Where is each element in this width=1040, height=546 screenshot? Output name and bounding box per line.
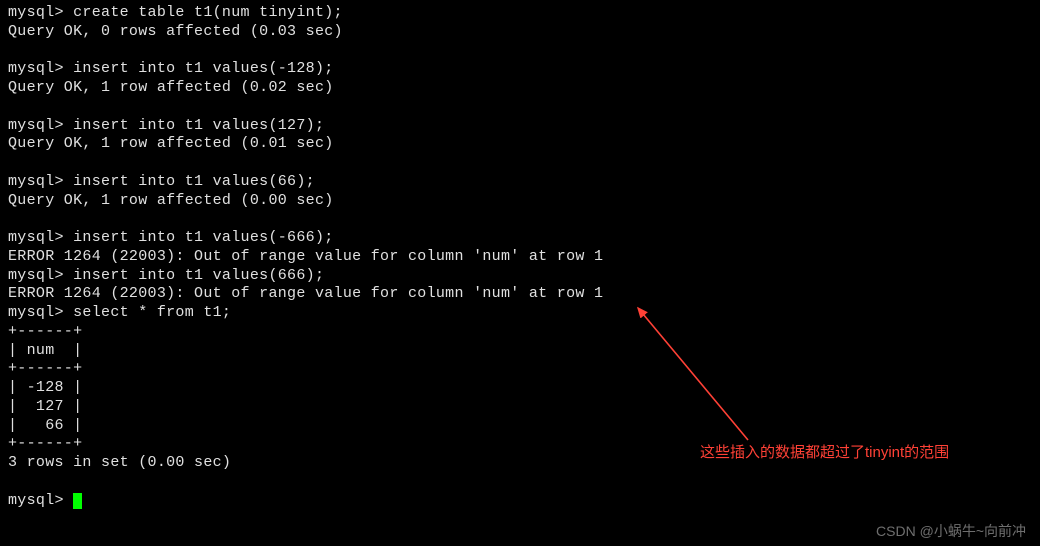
terminal-line: Query OK, 0 rows affected (0.03 sec) <box>8 23 1032 42</box>
terminal-line: +------+ <box>8 323 1032 342</box>
terminal-line <box>8 98 1032 117</box>
terminal-line <box>8 210 1032 229</box>
terminal-line: Query OK, 1 row affected (0.00 sec) <box>8 192 1032 211</box>
terminal-line <box>8 154 1032 173</box>
terminal-line: +------+ <box>8 360 1032 379</box>
terminal-line <box>8 473 1032 492</box>
terminal-line: | num | <box>8 342 1032 361</box>
terminal-line: mysql> <box>8 492 1032 511</box>
terminal-line <box>8 42 1032 61</box>
terminal-line: mysql> create table t1(num tinyint); <box>8 4 1032 23</box>
terminal-line: Query OK, 1 row affected (0.02 sec) <box>8 79 1032 98</box>
annotation-text: 这些插入的数据都超过了tinyint的范围 <box>700 442 1000 463</box>
terminal-line: mysql> insert into t1 values(666); <box>8 267 1032 286</box>
terminal-cursor <box>73 493 82 509</box>
terminal-line: Query OK, 1 row affected (0.01 sec) <box>8 135 1032 154</box>
terminal-line: mysql> insert into t1 values(-666); <box>8 229 1032 248</box>
terminal-line: | -128 | <box>8 379 1032 398</box>
terminal-line: | 66 | <box>8 417 1032 436</box>
terminal-line: mysql> select * from t1; <box>8 304 1032 323</box>
watermark: CSDN @小蜗牛~向前冲 <box>876 523 1026 541</box>
terminal-line: mysql> insert into t1 values(127); <box>8 117 1032 136</box>
terminal-output: mysql> create table t1(num tinyint);Quer… <box>8 4 1032 510</box>
terminal-line: mysql> insert into t1 values(66); <box>8 173 1032 192</box>
terminal-line: mysql> insert into t1 values(-128); <box>8 60 1032 79</box>
terminal-line: ERROR 1264 (22003): Out of range value f… <box>8 285 1032 304</box>
terminal-line: | 127 | <box>8 398 1032 417</box>
terminal-line: ERROR 1264 (22003): Out of range value f… <box>8 248 1032 267</box>
